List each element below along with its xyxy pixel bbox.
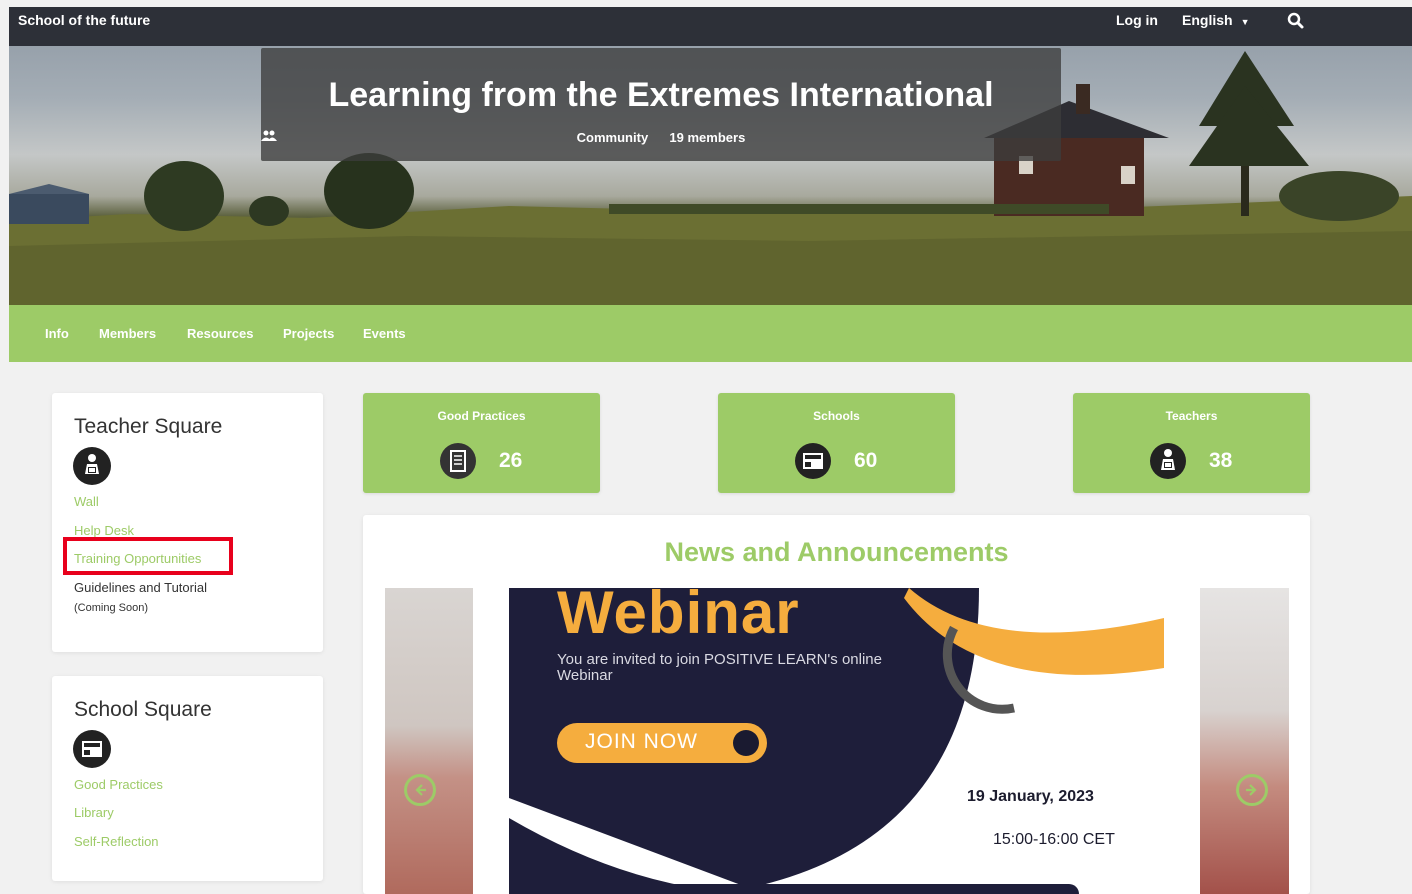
stat-label: Teachers (1165, 409, 1218, 423)
stat-label: Schools (813, 409, 860, 423)
webinar-headline: Webinar (557, 588, 800, 646)
link-help-desk[interactable]: Help Desk (74, 523, 134, 538)
language-dropdown[interactable]: English ▼ (1182, 12, 1249, 28)
community-nav: Info Members Resources Projects Events (9, 305, 1412, 362)
search-icon[interactable] (1286, 11, 1306, 31)
webinar-time: 15:00-16:00 CET (993, 831, 1115, 848)
nav-item-info[interactable]: Info (45, 326, 69, 341)
link-library[interactable]: Library (74, 805, 114, 820)
stat-schools[interactable]: Schools 60 (718, 393, 955, 493)
stat-value: 26 (499, 449, 523, 472)
stat-label: Good Practices (437, 409, 526, 423)
document-icon (440, 443, 476, 479)
nav-item-resources[interactable]: Resources (187, 326, 253, 341)
community-type: Community (576, 130, 649, 145)
language-label: English (1182, 12, 1233, 28)
site-brand-link[interactable]: School of the future (18, 12, 150, 28)
hero-banner: Learning from the Extremes International… (9, 46, 1412, 305)
carousel-next-slide[interactable] (1200, 588, 1289, 894)
stat-teachers[interactable]: Teachers 38 (1073, 393, 1310, 493)
teacher-square-title: Teacher Square (74, 415, 223, 438)
guidelines-label: Guidelines and Tutorial (74, 580, 207, 595)
top-bar: School of the future Log in English ▼ (9, 7, 1412, 46)
nav-item-events[interactable]: Events (363, 326, 406, 341)
link-wall[interactable]: Wall (74, 494, 99, 509)
webinar-slide[interactable]: Webinar You are invited to join POSITIVE… (509, 588, 1164, 894)
join-now-label: JOIN NOW (585, 730, 698, 753)
nav-item-members[interactable]: Members (99, 326, 156, 341)
school-icon (795, 443, 831, 479)
member-count[interactable]: 19 members (669, 130, 745, 145)
school-icon (73, 730, 111, 768)
link-good-practices[interactable]: Good Practices (74, 777, 163, 792)
button-dot-icon (733, 730, 759, 756)
carousel-prev-slide[interactable] (385, 588, 473, 894)
teacher-square-card: Teacher Square Wall Help Desk Training O… (52, 393, 323, 652)
login-link[interactable]: Log in (1116, 12, 1158, 28)
stat-value: 60 (854, 449, 878, 472)
nav-item-projects[interactable]: Projects (283, 326, 334, 341)
caret-down-icon: ▼ (1240, 17, 1250, 27)
arrow-right-icon[interactable] (1236, 774, 1268, 806)
arrow-left-icon[interactable] (404, 774, 436, 806)
teacher-icon (1150, 443, 1186, 479)
school-square-title: School Square (74, 698, 212, 721)
coming-soon-label: (Coming Soon) (74, 602, 148, 614)
webinar-date: 19 January, 2023 (967, 788, 1094, 805)
community-title-box: Learning from the Extremes International… (261, 48, 1061, 161)
stat-value: 38 (1209, 449, 1233, 472)
news-card: News and Announcements Webinar You are i… (363, 515, 1310, 894)
teacher-icon (73, 447, 111, 485)
news-title: News and Announcements (664, 537, 1009, 567)
join-now-button[interactable]: JOIN NOW (557, 723, 767, 763)
school-square-card: School Square Good Practices Library Sel… (52, 676, 323, 881)
link-self-reflection[interactable]: Self-Reflection (74, 834, 159, 849)
community-meta: Community 19 members (261, 130, 1061, 145)
highlight-box (63, 537, 233, 575)
stat-good-practices[interactable]: Good Practices 26 (363, 393, 600, 493)
page-title: Learning from the Extremes International (328, 76, 994, 114)
webinar-subtitle: You are invited to join POSITIVE LEARN's… (557, 651, 882, 684)
